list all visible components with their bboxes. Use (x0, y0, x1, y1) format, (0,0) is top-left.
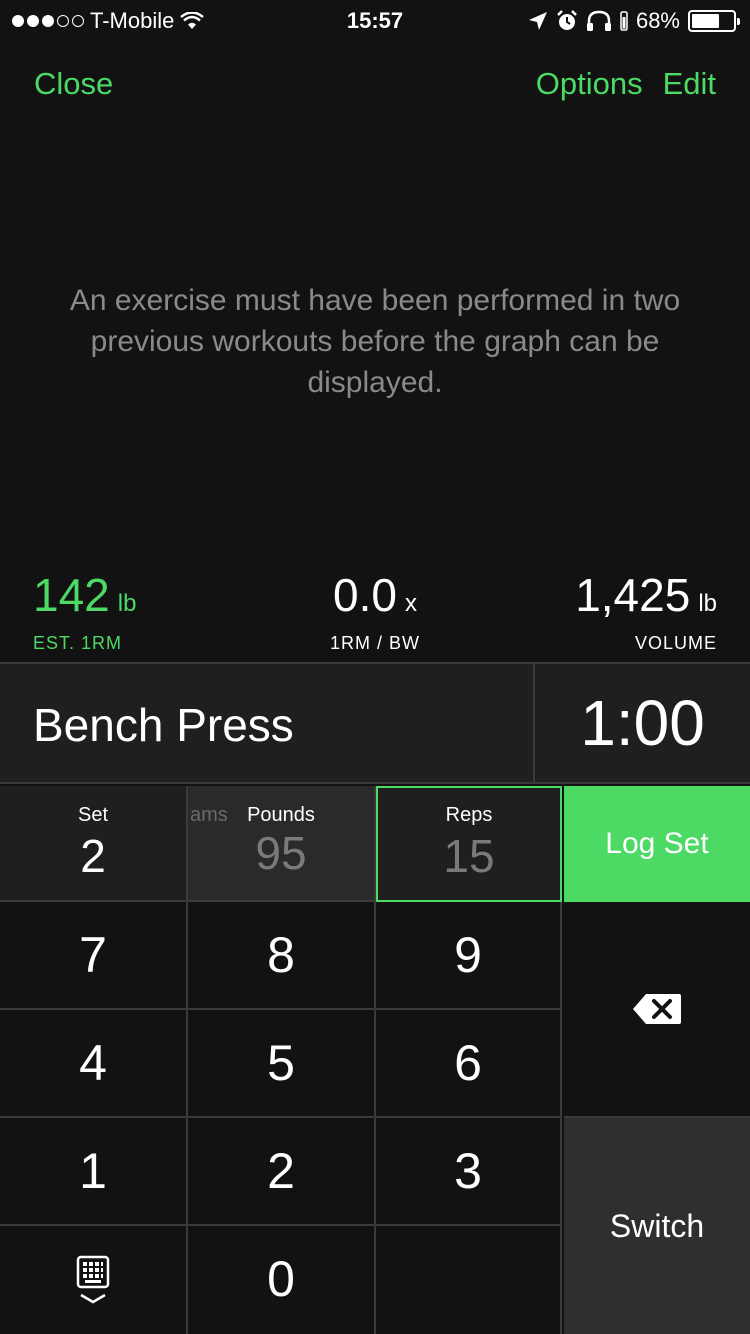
nav-bar: Close Options Edit (0, 62, 750, 112)
key-2[interactable]: 2 (188, 1118, 376, 1226)
key-blank (376, 1226, 562, 1334)
battery-percent: 68% (635, 8, 680, 33)
keyboard-dismiss-icon (76, 1255, 110, 1304)
ratio-unit: x (404, 590, 417, 617)
set-value: 2 (80, 830, 106, 882)
log-set-button[interactable]: Log Set (564, 786, 750, 902)
pounds-label: Pounds (247, 804, 315, 826)
backspace-icon (633, 994, 681, 1024)
key-8[interactable]: 8 (188, 902, 376, 1010)
headphone-battery-icon (620, 11, 628, 31)
keyboard-toggle-button[interactable] (0, 1226, 188, 1334)
battery-icon (688, 10, 740, 32)
key-6[interactable]: 6 (376, 1010, 562, 1118)
backspace-button[interactable] (564, 902, 750, 1118)
reps-field[interactable]: Reps 15 (376, 786, 562, 902)
pounds-field[interactable]: ams Pounds 95 (188, 786, 376, 902)
set-input-fields: Set 2 ams Pounds 95 Reps 15 Log Set (0, 786, 750, 902)
battery-level (692, 14, 720, 28)
graph-empty-message: An exercise must have been performed in … (69, 284, 681, 399)
exercise-row: Bench Press 1:00 (0, 662, 750, 784)
pounds-value: 95 (255, 827, 307, 879)
exercise-name[interactable]: Bench Press (33, 698, 294, 752)
set-field[interactable]: Set 2 (0, 786, 188, 902)
key-3[interactable]: 3 (376, 1118, 562, 1226)
reps-value: 15 (443, 830, 495, 882)
stats-row: 142 lb EST. 1RM 0.0 x 1RM / BW 1,425 lb VOL… (0, 568, 750, 653)
alarm-clock-icon (557, 10, 577, 30)
volume-unit: lb (698, 590, 717, 617)
switch-button[interactable]: Switch (564, 1118, 750, 1334)
key-9[interactable]: 9 (376, 902, 562, 1010)
volume-stat: 1,425 lb VOLUME (575, 568, 717, 654)
rest-timer[interactable]: 1:00 (533, 664, 750, 782)
status-right: 68% (528, 8, 740, 34)
key-4[interactable]: 4 (0, 1010, 188, 1118)
status-bar: T-Mobile 15:57 68% (0, 0, 750, 40)
key-5[interactable]: 5 (188, 1010, 376, 1118)
ratio-value: 0.0 (333, 569, 397, 621)
nav-right-buttons: Options Edit (536, 66, 716, 102)
location-arrow-icon (528, 12, 547, 30)
edit-button[interactable]: Edit (663, 66, 716, 102)
volume-label: VOLUME (634, 633, 717, 653)
volume-value: 1,425 (575, 569, 691, 621)
set-label: Set (77, 804, 109, 826)
numeric-keypad: 7 8 9 4 5 6 1 2 3 0 Switch (0, 902, 750, 1334)
close-button[interactable]: Close (34, 66, 113, 102)
key-0[interactable]: 0 (188, 1226, 376, 1334)
headphones-icon (586, 10, 611, 31)
reps-label: Reps (445, 804, 493, 826)
options-button[interactable]: Options (536, 66, 643, 102)
key-1[interactable]: 1 (0, 1118, 188, 1226)
key-7[interactable]: 7 (0, 902, 188, 1010)
